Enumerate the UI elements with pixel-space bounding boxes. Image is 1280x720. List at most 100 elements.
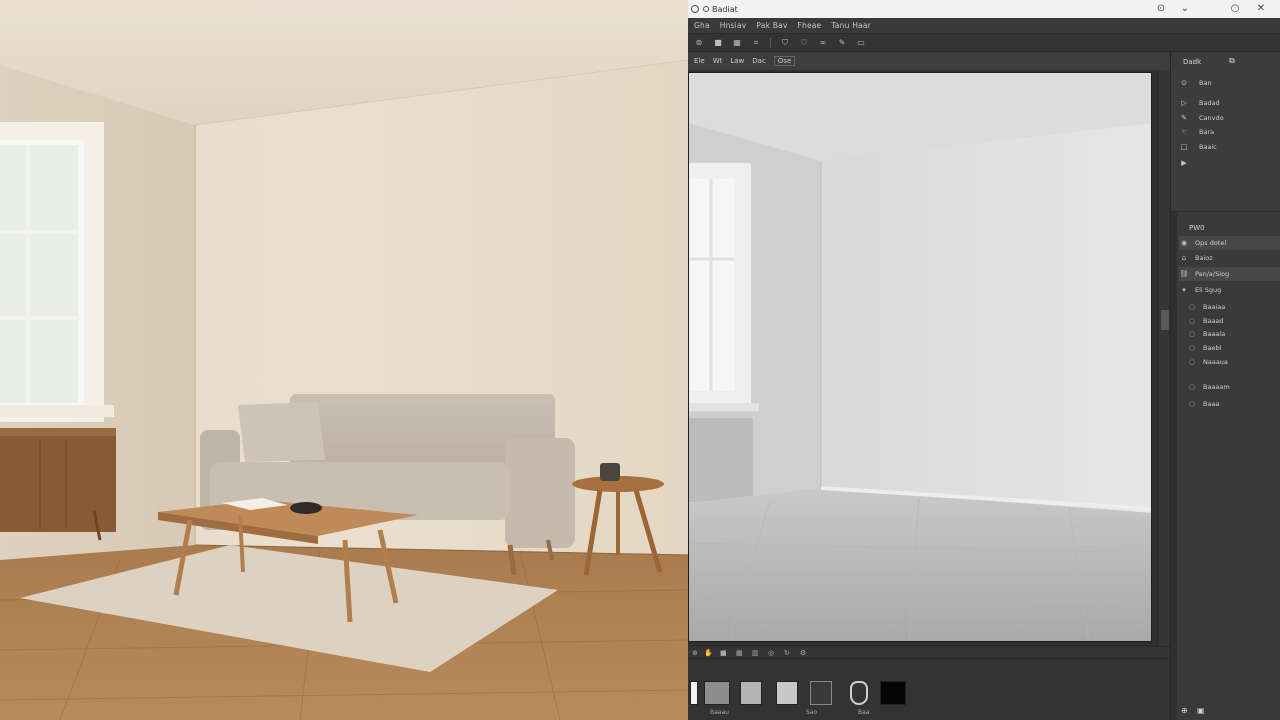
- crop-icon[interactable]: ⌗: [751, 38, 761, 48]
- tool-item-4-label: Baaic: [1199, 143, 1217, 151]
- side-panel: Dadk ⧉ ⊙ Ban ▷ Badad ✎ Canvdo ☜ Bara □ B…: [1170, 52, 1280, 720]
- status-bar: ⊕ ✋ ■ ▦ ▥ ◎ ↻ ⚙: [688, 646, 1170, 658]
- layer-row-6[interactable]: ◌ Baaad: [1187, 314, 1280, 328]
- empty-room-canvas[interactable]: [688, 72, 1152, 642]
- color-swatch-icon[interactable]: ■: [720, 649, 728, 657]
- layer-row-11-label: Baaa: [1203, 400, 1220, 408]
- grid-toggle-icon[interactable]: ▦: [736, 649, 744, 657]
- layer-icon: ◌: [1188, 330, 1196, 338]
- zoom-icon[interactable]: ⊕: [692, 649, 700, 657]
- tools-subheader-label: Ban: [1199, 79, 1212, 87]
- grid-icon[interactable]: ▦: [732, 38, 742, 48]
- layer-icon: ◌: [1188, 358, 1196, 366]
- menu-item-5[interactable]: Tanu Haar: [831, 21, 871, 30]
- hand-tool-icon[interactable]: ✋: [704, 649, 713, 657]
- shield-shape-icon[interactable]: [850, 681, 868, 705]
- layer-icon: ◌: [1188, 303, 1196, 311]
- tool-item-1-label: Badad: [1199, 99, 1220, 107]
- thumbnail-2[interactable]: [704, 681, 730, 705]
- lasso-icon[interactable]: ∞: [818, 38, 828, 48]
- photo-editor-window: Badiat ⊙ ⌄ ○ ✕ Gha Hnsiav Pak Bav Fheae …: [688, 0, 1280, 720]
- option-1[interactable]: Ele: [694, 57, 705, 65]
- layer-row-1[interactable]: ◉ Ops dotel: [1179, 236, 1280, 250]
- layer-row-11[interactable]: ◌ Baaa: [1187, 397, 1280, 411]
- layer-row-3-label: Pan/a/Siog: [1195, 270, 1230, 278]
- scrollbar-thumb[interactable]: [1161, 310, 1169, 330]
- stamp-icon[interactable]: ⛉: [780, 38, 790, 48]
- mask-icon[interactable]: ◎: [768, 649, 776, 657]
- lock-icon[interactable]: ⌂: [1179, 254, 1189, 262]
- layer-icon: ◌: [1188, 317, 1196, 325]
- help-icon[interactable]: ⊙: [1154, 2, 1168, 16]
- layer-row-10-label: Baaaam: [1203, 383, 1230, 391]
- layer-row-7-label: Baaala: [1203, 330, 1226, 338]
- thumbnail-3[interactable]: [740, 681, 762, 705]
- tool-item-2[interactable]: ✎ Canvdo: [1171, 111, 1280, 125]
- minimize-button[interactable]: ⌄: [1178, 2, 1192, 16]
- folder-icon[interactable]: ▾: [1179, 286, 1189, 294]
- option-5[interactable]: Ose: [773, 56, 796, 66]
- menu-bar: Gha Hnsiav Pak Bav Fheae Tanu Haar: [688, 18, 1280, 34]
- layer-row-9[interactable]: ◌ Naaaua: [1187, 355, 1280, 369]
- canvas-area[interactable]: [688, 70, 1158, 646]
- tool-item-2-label: Canvdo: [1199, 114, 1224, 122]
- maximize-button[interactable]: ○: [1228, 2, 1242, 16]
- tools-panel-title: Dadk: [1183, 58, 1202, 66]
- delete-layer-icon[interactable]: ▣: [1197, 706, 1205, 715]
- option-3[interactable]: Law: [730, 57, 744, 65]
- thumbnail-5[interactable]: [810, 681, 832, 705]
- layer-row-9-label: Naaaua: [1203, 358, 1228, 366]
- thumbnail-1[interactable]: [690, 681, 698, 705]
- brush-icon: ✎: [1181, 114, 1187, 122]
- tool-item-4[interactable]: □ Baaic: [1171, 140, 1280, 154]
- tools-panel: Dadk ⧉ ⊙ Ban ▷ Badad ✎ Canvdo ☜ Bara □ B…: [1171, 52, 1280, 212]
- eye-dropper-icon[interactable]: ⊚: [694, 38, 704, 48]
- eye-icon[interactable]: ◉: [1179, 239, 1189, 247]
- rotate-icon[interactable]: ↻: [784, 649, 792, 657]
- layer-row-3[interactable]: ⛓ Pan/a/Siog: [1179, 267, 1280, 281]
- layer-row-2[interactable]: ⌂ Baioz: [1179, 251, 1280, 265]
- canvas-vertical-scrollbar[interactable]: [1158, 70, 1170, 646]
- options-bar: Ele Wt Law Dac Ose: [688, 52, 1170, 70]
- menu-item-4[interactable]: Fheae: [797, 21, 821, 30]
- toolbar-divider: [770, 37, 771, 48]
- layers-panel-title: PW0: [1189, 224, 1205, 232]
- layer-row-5[interactable]: ◌ Baaiaa: [1187, 300, 1280, 314]
- menu-item-2[interactable]: Hnsiav: [720, 21, 747, 30]
- app-logo-icon: [691, 5, 699, 13]
- filmstrip-label-1: Baaau: [710, 709, 729, 716]
- layer-row-7[interactable]: ◌ Baaala: [1187, 327, 1280, 341]
- tool-bar: ⊚ ■ ▦ ⌗ ⛉ ♡ ∞ ✎ ▭: [688, 34, 1280, 52]
- layers-icon[interactable]: ■: [713, 38, 723, 48]
- layer-row-8[interactable]: ◌ Baebl: [1187, 341, 1280, 355]
- option-4[interactable]: Dac: [752, 57, 766, 65]
- play-icon: ▶: [1181, 159, 1187, 167]
- layer-row-10[interactable]: ◌ Baaaam: [1187, 380, 1280, 394]
- tool-item-5[interactable]: ▶: [1171, 156, 1280, 170]
- thumbnail-4[interactable]: [776, 681, 798, 705]
- panel-expand-icon[interactable]: ⧉: [1229, 56, 1235, 66]
- heart-icon[interactable]: ♡: [799, 38, 809, 48]
- new-layer-icon[interactable]: ⊕: [1181, 706, 1188, 715]
- link-icon[interactable]: ⛓: [1179, 270, 1189, 278]
- empty-room-illustration: [689, 73, 1151, 641]
- layer-row-4[interactable]: ▾ Eli Sgug: [1179, 283, 1280, 297]
- close-button[interactable]: ✕: [1254, 2, 1268, 16]
- tool-item-1[interactable]: ▷ Badad: [1171, 96, 1280, 110]
- brush-icon[interactable]: ✎: [837, 38, 847, 48]
- filmstrip: Baaau Sao Baa: [688, 658, 1170, 720]
- room-illustration: [0, 0, 688, 720]
- thumbnail-7[interactable]: [880, 681, 906, 705]
- layer-row-1-label: Ops dotel: [1195, 239, 1227, 247]
- layer-row-4-label: Eli Sgug: [1195, 286, 1222, 294]
- layer-icon: ◌: [1188, 383, 1196, 391]
- settings-icon[interactable]: ⚙: [800, 649, 808, 657]
- menu-item-3[interactable]: Pak Bav: [756, 21, 787, 30]
- option-2[interactable]: Wt: [713, 57, 723, 65]
- tool-item-3[interactable]: ☜ Bara: [1171, 125, 1280, 139]
- filmstrip-label-2: Sao: [806, 709, 818, 716]
- menu-item-1[interactable]: Gha: [694, 21, 710, 30]
- tool-item-3-label: Bara: [1199, 128, 1215, 136]
- eraser-icon[interactable]: ▭: [856, 38, 866, 48]
- ruler-icon[interactable]: ▥: [752, 649, 760, 657]
